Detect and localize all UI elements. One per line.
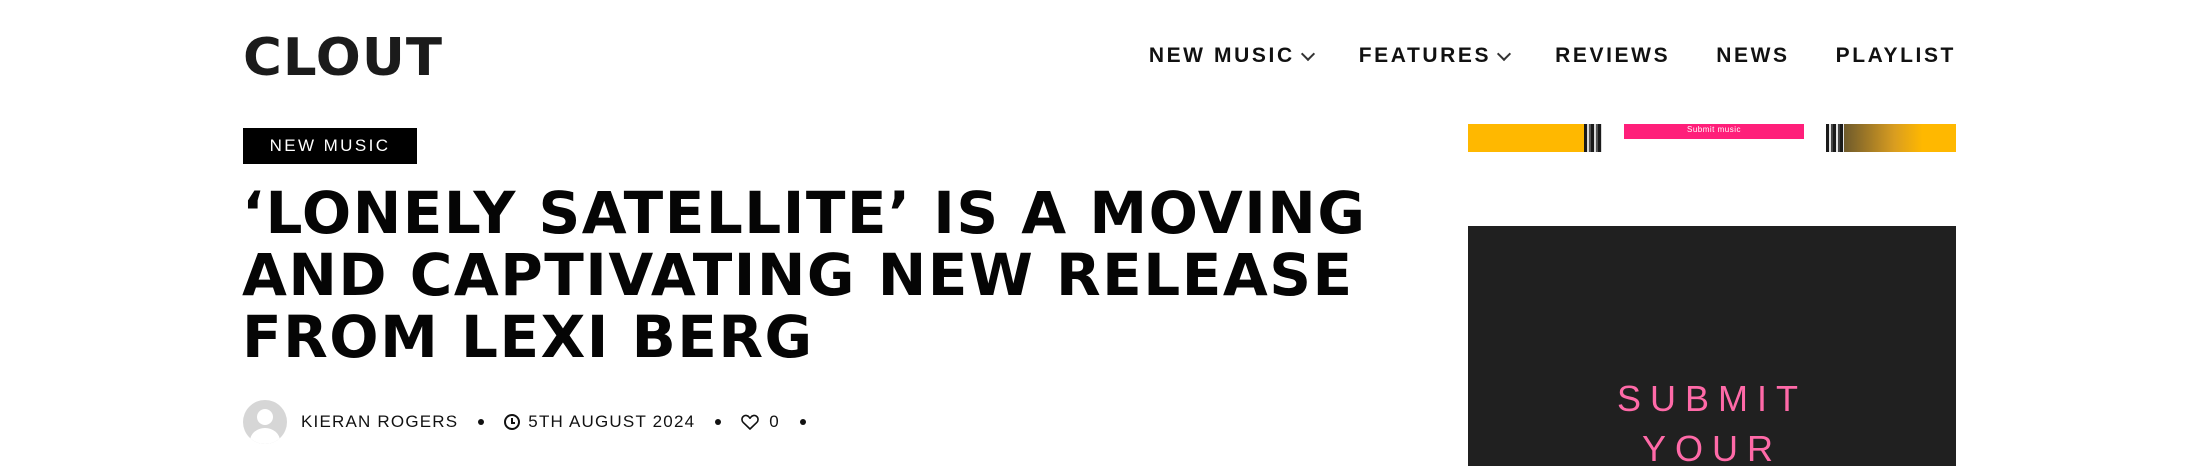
ad-banner-gradient-block [1844,124,1956,152]
submit-music-panel[interactable]: SUBMIT YOUR [1468,226,1956,466]
author-name[interactable]: KIERAN ROGERS [301,412,458,432]
nav-item-new-music[interactable]: NEW MUSIC [1148,44,1315,68]
ad-banner-yellow-block [1468,124,1584,152]
ad-banner-stripes [1826,124,1844,152]
nav-item-label: NEWS [1716,44,1790,67]
heart-icon[interactable] [741,414,760,430]
nav-item-label: NEW MUSIC [1148,44,1295,67]
site-logo[interactable]: CLOUT [243,32,443,80]
article-title: ‘LONELY SATELLITE’ IS A MOVING AND CAPTI… [242,179,1367,371]
meta-separator [715,419,722,425]
like-count: 0 [769,412,780,431]
nav-item-reviews[interactable]: REVIEWS [1555,44,1670,68]
sidebar-ad-banner[interactable]: Submit music [1468,124,1956,152]
ad-banner-label: Submit music [1624,124,1804,139]
nav-item-label: FEATURES [1358,44,1492,67]
nav-item-label: REVIEWS [1555,44,1671,67]
article-meta: KIERAN ROGERS 5TH AUGUST 2024 0 [243,400,826,444]
meta-separator [799,419,806,425]
main-nav: NEW MUSIC FEATURES REVIEWS NEWS PLAYLIST [1149,38,1956,74]
nav-item-playlist[interactable]: PLAYLIST [1836,44,1956,68]
clock-icon [504,414,521,430]
chevron-down-icon [1300,46,1315,61]
nav-item-news[interactable]: NEWS [1716,44,1789,68]
author-avatar[interactable] [243,400,287,444]
logo-text: CLOUT [243,32,443,80]
meta-separator [478,419,485,425]
chevron-down-icon [1497,46,1512,61]
publish-date: 5TH AUGUST 2024 [528,412,696,431]
submit-heading: SUBMIT YOUR [1616,378,1807,466]
ad-banner-stripes [1584,124,1602,152]
nav-item-features[interactable]: FEATURES [1358,44,1512,68]
category-badge[interactable]: NEW MUSIC [243,128,417,164]
nav-item-label: PLAYLIST [1835,44,1956,67]
